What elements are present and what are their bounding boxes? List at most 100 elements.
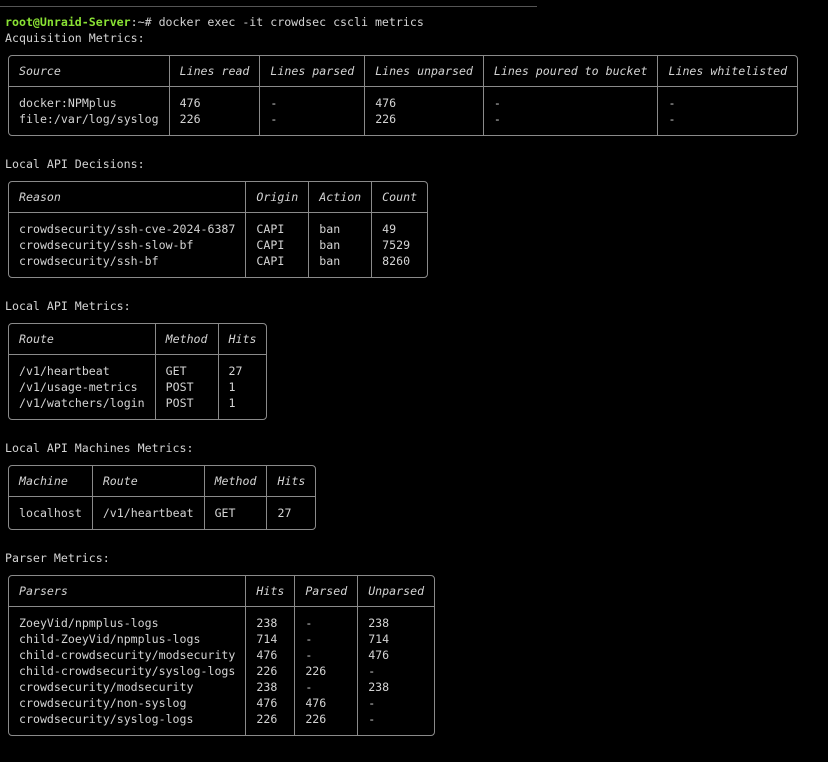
table-cell: - (357, 711, 435, 735)
column-header: Method (203, 466, 267, 497)
table-cell: /v1/watchers/login (19, 396, 145, 410)
table-cell: child-ZoeyVid/npmplus-logs (19, 632, 201, 646)
table-cell: /v1/heartbeat (19, 364, 110, 378)
table-cell: - (259, 111, 365, 135)
command-text: docker exec -it crowdsec cscli metrics (158, 15, 424, 29)
table-cell: /v1/usage-metrics (19, 380, 138, 394)
table-cell: CAPI (245, 237, 309, 253)
table-cell: POST (154, 379, 219, 395)
table-cell: 476 (364, 86, 484, 111)
metrics-sections: Acquisition Metrics: Source Lines read Line… (5, 30, 828, 756)
column-header: Hits (266, 466, 316, 497)
table-cell: 476 (245, 647, 295, 663)
section-title: Local API Decisions: (5, 157, 145, 171)
acquisition-metrics-table: Source Lines read Lines parsed Lines unpars… (8, 55, 799, 136)
parser-metrics-section: Parser Metrics: Parsers Hits Parsed Unparsed… (5, 550, 828, 756)
column-header: Parsed (294, 576, 358, 607)
table-cell: 226 (364, 111, 484, 135)
table-row: /v1/watchers/login POST 1 (9, 395, 267, 419)
column-header: Count (371, 182, 428, 213)
table-header-row: Route Method Hits (9, 324, 267, 355)
table-row: crowdsecurity/modsecurity 238-238 (9, 679, 435, 695)
table-header-row: Reason Origin Action Count (9, 182, 428, 213)
table-cell: - (259, 86, 365, 111)
table-cell: docker:NPMplus (19, 96, 117, 110)
table-cell: GET (203, 496, 267, 529)
table-cell: - (657, 86, 798, 111)
table-cell: - (482, 111, 658, 135)
column-header: Unparsed (357, 576, 435, 607)
table-cell: crowdsecurity/ssh-slow-bf (19, 238, 194, 252)
column-header: Action (308, 182, 372, 213)
prompt-path: :~# (130, 15, 159, 29)
table-header-row: Parsers Hits Parsed Unparsed (9, 576, 435, 607)
table-cell: 1 (217, 395, 267, 419)
table-cell: 476 (245, 695, 295, 711)
table-cell: crowdsecurity/modsecurity (19, 680, 194, 694)
table-cell: 238 (357, 679, 435, 695)
section-title: Parser Metrics: (5, 551, 110, 565)
terminal-output[interactable]: root@Unraid-Server:~# docker exec -it cr… (5, 14, 828, 756)
column-header: Source (9, 56, 170, 87)
table-cell: 1 (217, 379, 267, 395)
table-row: crowdsecurity/non-syslog 476 476- (9, 695, 435, 711)
local-api-decisions-section: Local API Decisions: Reason Origin Action Co… (5, 156, 828, 298)
table-cell: CAPI (245, 253, 309, 277)
table-row: crowdsecurity/ssh-slow-bf CAPI ban 7529 (9, 237, 428, 253)
table-row: /v1/heartbeat GET 27 (9, 354, 267, 379)
table-row: ZoeyVid/npmplus-logs 238-238 (9, 606, 435, 631)
table-cell: POST (154, 395, 219, 419)
section-title: Local API Machines Metrics: (5, 441, 194, 455)
table-cell: ban (308, 212, 372, 237)
table-cell: - (357, 695, 435, 711)
section-title: Local API Metrics: (5, 299, 131, 313)
table-cell: 8260 (371, 253, 428, 277)
column-header: Method (154, 324, 219, 355)
local-api-metrics-table: Route Method Hits/v1/heartbeat GET 27/v1/usa… (8, 323, 268, 420)
table-cell: 27 (217, 354, 267, 379)
column-header: Lines whitelisted (657, 56, 798, 87)
table-cell: 476 (294, 695, 358, 711)
column-header: Lines poured to bucket (482, 56, 658, 87)
table-row: docker:NPMplus 476-476- - (9, 86, 798, 111)
table-cell: child-crowdsecurity/modsecurity (19, 648, 236, 662)
table-row: localhost/v1/heartbeat GET 27 (9, 496, 316, 529)
table-cell: 226 (245, 663, 295, 679)
column-header: Route (91, 466, 205, 497)
table-cell: 226 (168, 111, 260, 135)
table-cell: 238 (245, 679, 295, 695)
table-cell: 49 (371, 212, 428, 237)
column-header: Parsers (9, 576, 246, 607)
top-divider (0, 6, 537, 7)
local-api-metrics-section: Local API Metrics: Route Method Hits/v1/hea… (5, 298, 828, 440)
acquisition-metrics-section: Acquisition Metrics: Source Lines read Line… (5, 30, 828, 156)
table-cell: localhost (19, 506, 82, 520)
table-cell: - (294, 679, 358, 695)
table-row: file:/var/log/syslog 226-226- - (9, 111, 798, 135)
column-header: Route (9, 324, 156, 355)
table-cell: 7529 (371, 237, 428, 253)
table-cell: CAPI (245, 212, 309, 237)
column-header: Lines parsed (259, 56, 365, 87)
table-cell: 226 (294, 711, 358, 735)
table-cell: file:/var/log/syslog (19, 112, 159, 126)
table-cell: child-crowdsecurity/syslog-logs (19, 664, 236, 678)
table-row: child-crowdsecurity/modsecurity 476-476 (9, 647, 435, 663)
table-row: crowdsecurity/syslog-logs 226 226- (9, 711, 435, 735)
command-line: root@Unraid-Server:~# docker exec -it cr… (5, 14, 828, 30)
table-cell: crowdsecurity/non-syslog (19, 696, 187, 710)
table-cell: 27 (266, 496, 316, 529)
table-cell: 238 (357, 606, 435, 631)
table-cell: crowdsecurity/syslog-logs (19, 712, 194, 726)
table-cell: ban (308, 237, 372, 253)
prompt-user-host: root@Unraid-Server (5, 15, 131, 29)
table-row: child-crowdsecurity/syslog-logs 226 226- (9, 663, 435, 679)
table-cell: - (294, 631, 358, 647)
table-cell: crowdsecurity/ssh-bf (19, 254, 159, 268)
table-cell: 226 (294, 663, 358, 679)
table-row: child-ZoeyVid/npmplus-logs 714-714 (9, 631, 435, 647)
column-header: Hits (245, 576, 295, 607)
table-header-row: Machine Route Method Hits (9, 466, 316, 497)
local-api-machines-metrics-section: Local API Machines Metrics: Machine Route M… (5, 440, 828, 550)
table-cell: - (482, 86, 658, 111)
